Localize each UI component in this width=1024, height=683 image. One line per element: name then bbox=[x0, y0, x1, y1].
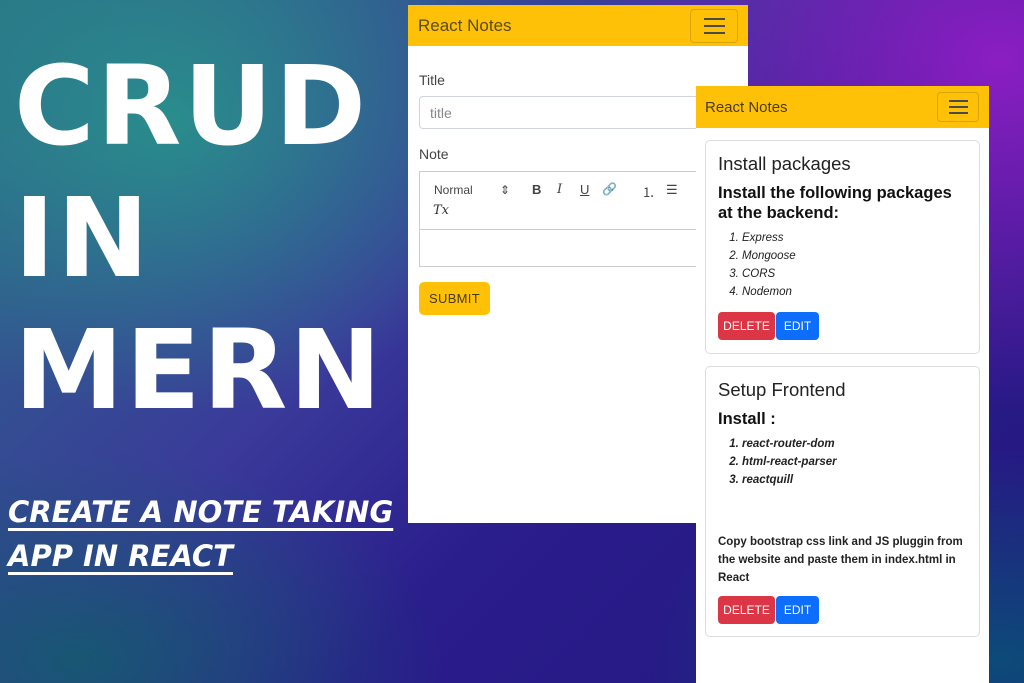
note-list: react-router-dom html-react-parser react… bbox=[718, 435, 967, 489]
notes-list-window: React Notes Install packages Install the… bbox=[696, 86, 989, 683]
bullet-list-icon[interactable]: ☰ bbox=[666, 182, 678, 198]
clear-format-icon[interactable]: Tx bbox=[433, 203, 449, 218]
list-item: Mongoose bbox=[742, 247, 967, 265]
note-label: Note bbox=[419, 146, 449, 162]
navbar-brand[interactable]: React Notes bbox=[418, 16, 512, 36]
link-icon[interactable]: 🔗 bbox=[602, 182, 617, 196]
note-actions: DELETE EDIT bbox=[718, 596, 819, 624]
subheadline-line-2: APP IN REACT bbox=[8, 539, 233, 573]
headline: CRUD IN MERN bbox=[14, 40, 383, 436]
note-title: Setup Frontend bbox=[718, 379, 846, 400]
navbar: React Notes bbox=[696, 86, 989, 128]
hamburger-icon bbox=[703, 17, 725, 20]
headline-line-1: CRUD bbox=[14, 42, 369, 170]
navbar: React Notes bbox=[408, 5, 748, 46]
navbar-toggler-button[interactable] bbox=[937, 92, 979, 122]
note-title: Install packages bbox=[718, 153, 851, 174]
ordered-list-icon[interactable]: ⒈ bbox=[642, 182, 655, 201]
list-item: Nodemon bbox=[742, 283, 967, 301]
italic-icon[interactable]: I bbox=[557, 182, 562, 197]
heading-select[interactable]: Normal ⇕ bbox=[434, 183, 510, 197]
title-label: Title bbox=[419, 72, 445, 88]
select-arrows-icon: ⇕ bbox=[499, 183, 510, 197]
note-card: Install packages Install the following p… bbox=[705, 140, 980, 354]
note-card: Setup Frontend Install : react-router-do… bbox=[705, 366, 980, 637]
hamburger-icon bbox=[948, 100, 968, 102]
note-subtitle: Install : bbox=[718, 410, 776, 428]
list-item: reactquill bbox=[742, 471, 967, 489]
headline-line-2: IN bbox=[14, 174, 151, 302]
note-paragraph: Copy bootstrap css link and JS pluggin f… bbox=[718, 536, 963, 584]
list-item: Express bbox=[742, 229, 967, 247]
list-item: react-router-dom bbox=[742, 435, 967, 453]
headline-line-3: MERN bbox=[14, 306, 384, 434]
subheadline-line-1: CREATE A NOTE TAKING bbox=[8, 495, 394, 529]
navbar-brand[interactable]: React Notes bbox=[705, 99, 788, 116]
delete-button[interactable]: DELETE bbox=[718, 312, 775, 340]
navbar-toggler-button[interactable] bbox=[690, 8, 738, 43]
list-item: CORS bbox=[742, 265, 967, 283]
delete-button[interactable]: DELETE bbox=[718, 596, 775, 624]
bold-icon[interactable]: B bbox=[532, 182, 541, 197]
submit-button[interactable]: SUBMIT bbox=[419, 282, 490, 315]
list-item: html-react-parser bbox=[742, 453, 967, 471]
edit-button[interactable]: EDIT bbox=[776, 312, 819, 340]
note-subtitle: Install the following packages at the ba… bbox=[718, 184, 952, 222]
note-list: Express Mongoose CORS Nodemon bbox=[718, 229, 967, 301]
underline-icon[interactable]: U bbox=[580, 182, 589, 197]
subheadline: CREATE A NOTE TAKING APP IN REACT bbox=[8, 490, 393, 578]
edit-button[interactable]: EDIT bbox=[776, 596, 819, 624]
note-actions: DELETE EDIT bbox=[718, 312, 819, 340]
